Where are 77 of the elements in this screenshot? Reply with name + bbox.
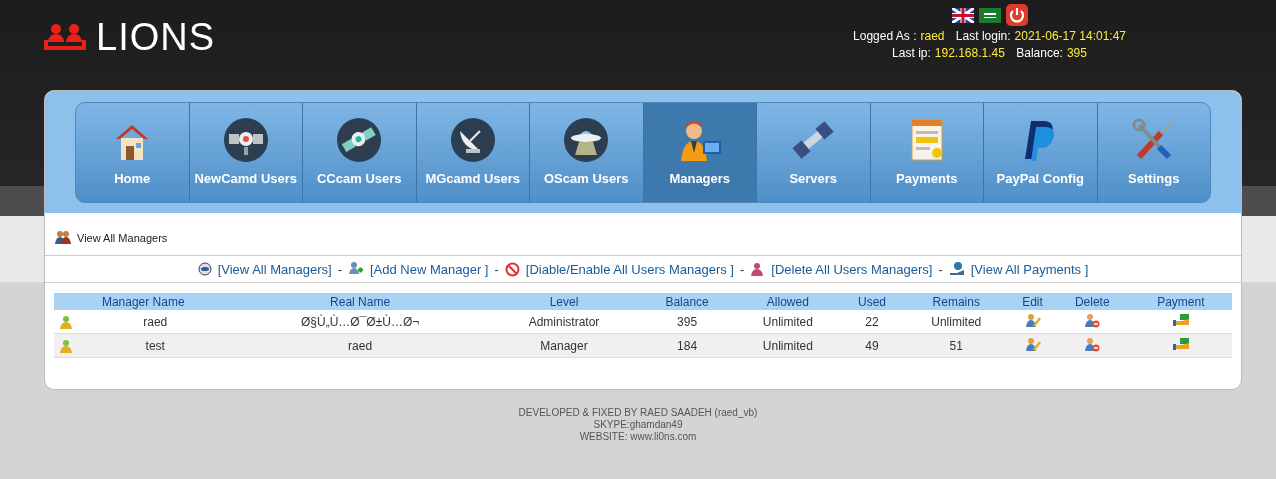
table-cell: Unlimited — [762, 338, 813, 353]
nav-item[interactable]: MGcamd Users — [416, 103, 530, 202]
footer-text: WEBSITE: www.li0ns.com — [579, 431, 697, 442]
table-cell: raed — [348, 338, 373, 353]
column-header: Level — [487, 293, 641, 310]
nav-item[interactable]: CCcam Users — [303, 103, 417, 202]
action-link[interactable]: [View All Managers] — [217, 261, 332, 277]
separator-text: - — [494, 261, 499, 277]
column-header: Payment — [1129, 293, 1232, 310]
column-header: Edit — [1010, 293, 1055, 310]
nav-item[interactable]: PayPal Config — [984, 103, 1098, 202]
user-delete-icon — [750, 261, 766, 277]
column-header: Real Name — [232, 293, 488, 310]
eye-icon — [197, 262, 212, 276]
username: raed — [920, 29, 945, 43]
last-login-label: Last login: — [955, 29, 1011, 43]
user-add-icon — [347, 261, 364, 277]
column-header: Remains — [902, 293, 1011, 310]
page-title: View All Managers — [77, 231, 168, 244]
balance-label: Balance: — [1016, 46, 1063, 60]
users-icon — [55, 230, 71, 245]
saudi-flag-icon[interactable] — [978, 7, 1001, 23]
satellite-icon — [336, 117, 383, 163]
ufo-icon — [563, 117, 610, 163]
column-header: Used — [841, 293, 903, 310]
column-header: Allowed — [733, 293, 842, 310]
forbidden-icon — [504, 261, 520, 277]
payment-icon[interactable] — [1171, 337, 1190, 351]
nav-item[interactable]: NewCamd Users — [189, 103, 303, 202]
balance-value: 395 — [1066, 46, 1087, 60]
table-cell: Administrator — [528, 314, 600, 329]
last-ip-value: 192.168.1.45 — [934, 46, 1005, 60]
column-header: Balance — [640, 293, 734, 310]
table-cell: 49 — [865, 338, 879, 353]
nav-item[interactable]: Settings — [1097, 103, 1210, 202]
logged-as-label: Logged As : — [853, 29, 917, 43]
table-cell-text: raed — [142, 314, 169, 329]
nav-item[interactable]: Home — [76, 103, 190, 202]
delete-user-icon[interactable] — [1084, 312, 1101, 328]
last-ip-label: Last ip: — [892, 46, 931, 60]
table-cell: 51 — [949, 338, 963, 353]
separator-text: - — [938, 261, 943, 277]
table-cell: Unlimited — [762, 314, 813, 329]
table-cell-text: test — [144, 338, 166, 353]
action-link[interactable]: [Delete All Users Managers] — [771, 261, 933, 277]
satellite-dish-icon — [449, 117, 496, 163]
column-header: Manager Name — [54, 293, 233, 310]
table-cell: Ø§Ù„Ù…Ø¯Ø±Ù…Ø¬ — [301, 314, 420, 329]
action-link[interactable]: [Diable/Enable All Users Managers ] — [525, 261, 734, 277]
table-cell: Unlimited — [931, 314, 982, 329]
satellite-icon — [222, 117, 269, 163]
separator-text: - — [739, 261, 745, 277]
nav-item[interactable]: Servers — [757, 103, 871, 202]
table-cell: Manager — [540, 338, 588, 353]
payment-icon[interactable] — [1171, 313, 1190, 327]
table-cell: 395 — [677, 314, 698, 329]
nav-item[interactable]: Managers — [643, 103, 757, 202]
logo-text: LIONS — [96, 18, 216, 56]
table-cell: 22 — [865, 314, 879, 329]
user-icon — [59, 338, 73, 353]
action-link[interactable]: [Add New Manager ] — [369, 261, 489, 277]
column-header: Delete — [1054, 293, 1130, 310]
hand-money-icon — [948, 261, 965, 277]
delete-user-icon[interactable] — [1084, 336, 1101, 352]
separator-text: - — [337, 261, 342, 277]
power-icon[interactable] — [1005, 4, 1028, 26]
edit-user-icon[interactable] — [1024, 312, 1041, 328]
action-link[interactable]: [View All Payments ] — [970, 261, 1089, 277]
nav-item[interactable]: OScam Users — [530, 103, 644, 202]
user-icon — [59, 314, 73, 329]
table-cell: 184 — [677, 338, 698, 353]
uk-flag-icon[interactable] — [951, 7, 974, 23]
nav-item[interactable]: Payments — [870, 103, 984, 202]
footer-text: DEVELOPED & FIXED BY RAED SAADEH (raed_vb) — [518, 407, 758, 418]
edit-user-icon[interactable] — [1024, 336, 1041, 352]
footer-text: SKYPE:ghamdan49 — [593, 419, 683, 430]
last-login-value: 2021-06-17 14:01:47 — [1014, 29, 1126, 43]
